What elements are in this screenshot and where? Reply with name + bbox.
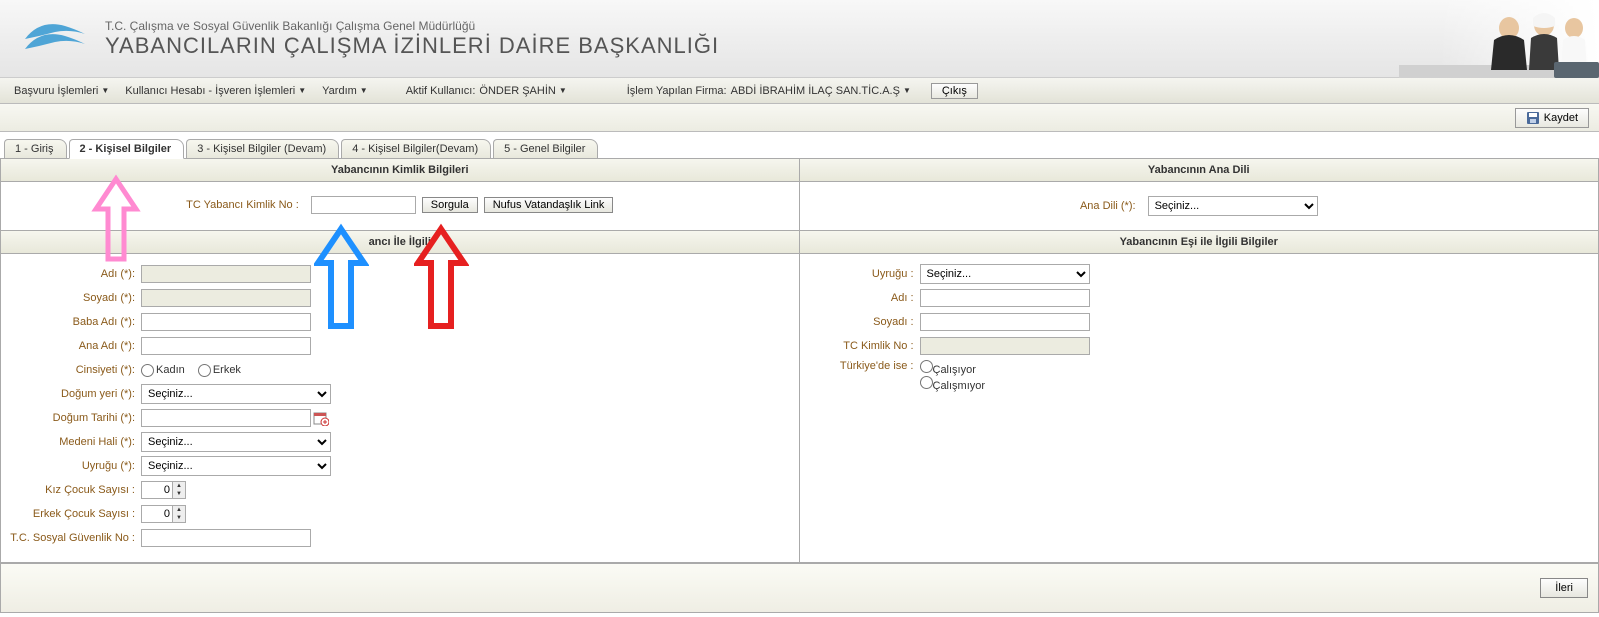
spinner-down-icon[interactable]: ▼ <box>173 514 185 522</box>
father-name-input[interactable] <box>141 313 311 331</box>
tab-genel-bilgiler[interactable]: 5 - Genel Bilgiler <box>493 139 598 159</box>
spouse-nationality-select[interactable]: Seçiniz... <box>920 264 1090 284</box>
birthplace-select[interactable]: Seçiniz... <box>141 384 331 404</box>
logo-icon <box>20 14 90 64</box>
section-title-foreigner: ancı İle İlgili <box>1 231 799 254</box>
marital-status-label: Medeni Hali (*): <box>1 436 141 448</box>
caret-down-icon: ▼ <box>298 86 306 95</box>
surname-input[interactable] <box>141 289 311 307</box>
native-lang-label: Ana Dili (*): <box>1080 200 1142 212</box>
tab-strip: 1 - Giriş 2 - Kişisel Bilgiler 3 - Kişis… <box>0 138 1599 158</box>
caret-down-icon: ▼ <box>101 86 109 95</box>
daughter-count-spinner[interactable]: ▲▼ <box>141 481 186 499</box>
sgk-no-label: T.C. Sosyal Güvenlik No : <box>1 532 141 544</box>
daughter-count-label: Kız Çocuk Sayısı : <box>1 484 141 496</box>
menu-basvuru[interactable]: Başvuru İşlemleri▼ <box>6 85 117 97</box>
company-label: İşlem Yapılan Firma: <box>627 85 727 97</box>
section-title-spouse: Yabancının Eşi ile İlgili Bilgiler <box>800 231 1599 254</box>
surname-label: Soyadı (*): <box>1 292 141 304</box>
nationality-label: Uyruğu (*): <box>1 460 141 472</box>
calendar-icon[interactable] <box>313 410 329 426</box>
son-count-spinner[interactable]: ▲▼ <box>141 505 186 523</box>
spouse-surname-input[interactable] <box>920 313 1090 331</box>
active-user-label: Aktif Kullanıcı: <box>406 85 476 97</box>
query-button[interactable]: Sorgula <box>422 197 478 213</box>
save-button[interactable]: Kaydet <box>1515 108 1589 128</box>
marital-status-select[interactable]: Seçiniz... <box>141 432 331 452</box>
gender-female-option[interactable]: Kadın <box>141 364 185 376</box>
mother-name-label: Ana Adı (*): <box>1 340 141 352</box>
spouse-not-working-option[interactable]: Çalışmıyor <box>920 380 986 392</box>
app-header: T.C. Çalışma ve Sosyal Güvenlik Bakanlığ… <box>0 0 1599 78</box>
tab-kisisel-bilgiler-devam-2[interactable]: 4 - Kişisel Bilgiler(Devam) <box>341 139 491 159</box>
section-title-identity: Yabancının Kimlik Bilgileri <box>1 159 799 182</box>
active-user-value[interactable]: ÖNDER ŞAHİN <box>479 85 555 97</box>
caret-down-icon: ▼ <box>559 86 567 95</box>
header-title: YABANCILARIN ÇALIŞMA İZİNLERİ DAİRE BAŞK… <box>105 33 1599 59</box>
logout-button[interactable]: Çıkış <box>931 83 978 99</box>
caret-down-icon: ▼ <box>360 86 368 95</box>
spouse-surname-label: Soyadı : <box>800 316 920 328</box>
tab-content: Yabancının Kimlik Bilgileri TC Yabancı K… <box>0 158 1599 564</box>
spinner-up-icon[interactable]: ▲ <box>173 506 185 514</box>
name-label: Adı (*): <box>1 268 141 280</box>
sgk-no-input[interactable] <box>141 529 311 547</box>
spinner-up-icon[interactable]: ▲ <box>173 482 185 490</box>
birthdate-input[interactable] <box>141 409 311 427</box>
section-title-language: Yabancının Ana Dili <box>800 159 1599 182</box>
birthdate-label: Doğum Tarihi (*): <box>1 412 141 424</box>
header-subtitle: T.C. Çalışma ve Sosyal Güvenlik Bakanlığ… <box>105 19 1599 33</box>
son-count-label: Erkek Çocuk Sayısı : <box>1 508 141 520</box>
tab-kisisel-bilgiler-devam-1[interactable]: 3 - Kişisel Bilgiler (Devam) <box>186 139 339 159</box>
father-name-label: Baba Adı (*): <box>1 316 141 328</box>
next-button[interactable]: İleri <box>1540 578 1588 598</box>
tab-kisisel-bilgiler[interactable]: 2 - Kişisel Bilgiler <box>69 139 185 159</box>
spinner-down-icon[interactable]: ▼ <box>173 490 185 498</box>
spouse-name-input[interactable] <box>920 289 1090 307</box>
menu-kullanici[interactable]: Kullanıcı Hesabı - İşveren İşlemleri▼ <box>117 85 314 97</box>
spouse-nationality-label: Uyruğu : <box>800 268 920 280</box>
spouse-name-label: Adı : <box>800 292 920 304</box>
nationality-select[interactable]: Seçiniz... <box>141 456 331 476</box>
tc-foreign-id-input[interactable] <box>311 196 416 214</box>
footer-bar: İleri <box>0 564 1599 613</box>
native-lang-select[interactable]: Seçiniz... <box>1148 196 1318 216</box>
spouse-tc-label: TC Kimlik No : <box>800 340 920 352</box>
nufus-link-button[interactable]: Nufus Vatandaşlık Link <box>484 197 614 213</box>
save-icon <box>1526 111 1540 125</box>
tc-foreign-id-label: TC Yabancı Kimlik No : <box>186 199 305 211</box>
spouse-in-turkey-label: Türkiye'de ise : <box>800 360 920 372</box>
toolbar: Kaydet <box>0 104 1599 132</box>
gender-label: Cinsiyeti (*): <box>1 364 141 376</box>
spouse-tc-input[interactable] <box>920 337 1090 355</box>
caret-down-icon: ▼ <box>903 86 911 95</box>
spouse-working-option[interactable]: Çalışıyor <box>920 364 976 376</box>
menu-yardim[interactable]: Yardım▼ <box>314 85 376 97</box>
tab-giris[interactable]: 1 - Giriş <box>4 139 67 159</box>
company-value[interactable]: ABDİ İBRAHİM İLAÇ SAN.TİC.A.Ş <box>731 85 900 97</box>
menu-bar: Başvuru İşlemleri▼ Kullanıcı Hesabı - İş… <box>0 78 1599 104</box>
birthplace-label: Doğum yeri (*): <box>1 388 141 400</box>
mother-name-input[interactable] <box>141 337 311 355</box>
header-illustration <box>1399 0 1599 78</box>
name-input[interactable] <box>141 265 311 283</box>
gender-male-option[interactable]: Erkek <box>198 364 241 376</box>
